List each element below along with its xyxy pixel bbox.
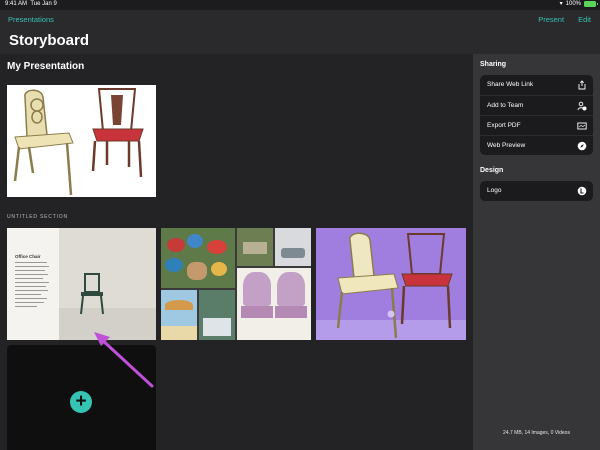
- beanbags-image: [161, 228, 235, 288]
- text-line: [15, 270, 45, 272]
- text-line: [15, 290, 48, 292]
- add-team-icon: [577, 101, 587, 111]
- page-title: Storyboard: [9, 32, 90, 49]
- export-pdf-item[interactable]: Export PDF: [480, 115, 593, 135]
- chairs-image: [7, 85, 156, 197]
- presentations-back-button[interactable]: Presentations: [8, 15, 54, 24]
- lounge-image: [199, 290, 235, 340]
- text-line: [15, 278, 43, 280]
- present-button[interactable]: Present: [538, 15, 564, 24]
- web-preview-item[interactable]: Web Preview: [480, 135, 593, 155]
- text-line: [15, 274, 48, 276]
- purple-chairs-image: [316, 228, 466, 340]
- logo-item[interactable]: Logo: [480, 181, 593, 201]
- export-pdf-label: Export PDF: [487, 122, 521, 129]
- logo-label: Logo: [487, 187, 502, 194]
- logo-icon: [577, 186, 587, 196]
- design-group: Logo: [480, 181, 593, 201]
- compass-icon: [577, 141, 587, 151]
- status-bar: 9:41 AM Tue Jan 9 ▾ 100%: [0, 0, 600, 10]
- sharing-heading: Sharing: [480, 61, 507, 68]
- web-preview-label: Web Preview: [487, 142, 526, 149]
- floral-chairs-image: [237, 268, 311, 340]
- patio-image: [237, 228, 273, 266]
- slide-thumbnail-2[interactable]: Office Chair: [7, 228, 156, 340]
- slide-thumbnail-3[interactable]: [161, 228, 311, 340]
- share-web-link-label: Share Web Link: [487, 81, 534, 88]
- beach-image: [161, 290, 197, 340]
- storyboard-canvas: My Presentation UNTITLED SECTION Office …: [0, 54, 473, 450]
- text-line: [15, 286, 46, 288]
- storage-summary: 24.7 MB, 14 Images, 0 Videos: [503, 430, 570, 436]
- text-line: [15, 266, 49, 268]
- status-time: 9:41 AM Tue Jan 9: [5, 1, 57, 7]
- slide-thumbnail-1[interactable]: [7, 85, 156, 197]
- pdf-icon: [577, 122, 587, 130]
- slide-thumbnail-4[interactable]: [316, 228, 466, 340]
- swing-chair-image: [275, 228, 311, 266]
- share-web-link-item[interactable]: Share Web Link: [480, 75, 593, 95]
- doc-text-panel: [7, 228, 59, 340]
- design-heading: Design: [480, 167, 504, 174]
- text-line: [15, 306, 37, 308]
- green-chair-image: [59, 228, 156, 340]
- add-slide-button[interactable]: +: [70, 391, 92, 413]
- section-label[interactable]: UNTITLED SECTION: [7, 214, 68, 220]
- text-line: [15, 262, 47, 264]
- presentation-title[interactable]: My Presentation: [7, 61, 84, 72]
- edit-button[interactable]: Edit: [578, 15, 591, 24]
- add-to-team-item[interactable]: Add to Team: [480, 95, 593, 115]
- share-icon: [578, 80, 586, 90]
- text-line: [15, 294, 41, 296]
- navigation-bar: Presentations Present Edit Storyboard: [0, 10, 600, 54]
- sharing-group: Share Web Link Add to Team Export PDF We…: [480, 75, 593, 155]
- battery-icon: [584, 1, 598, 7]
- nav-actions: Present Edit: [538, 15, 591, 24]
- add-slide-tile[interactable]: +: [7, 345, 156, 450]
- text-line: [15, 298, 47, 300]
- add-to-team-label: Add to Team: [487, 102, 524, 109]
- plus-icon: +: [75, 391, 87, 412]
- text-line: [15, 302, 44, 304]
- doc-slide-title: Office Chair: [15, 254, 41, 259]
- text-line: [15, 282, 49, 284]
- status-right: ▾ 100%: [559, 1, 598, 7]
- wifi-icon: ▾: [559, 1, 563, 7]
- battery-percent: 100%: [565, 1, 581, 7]
- inspector-sidebar: Sharing Share Web Link Add to Team Expor…: [473, 54, 600, 450]
